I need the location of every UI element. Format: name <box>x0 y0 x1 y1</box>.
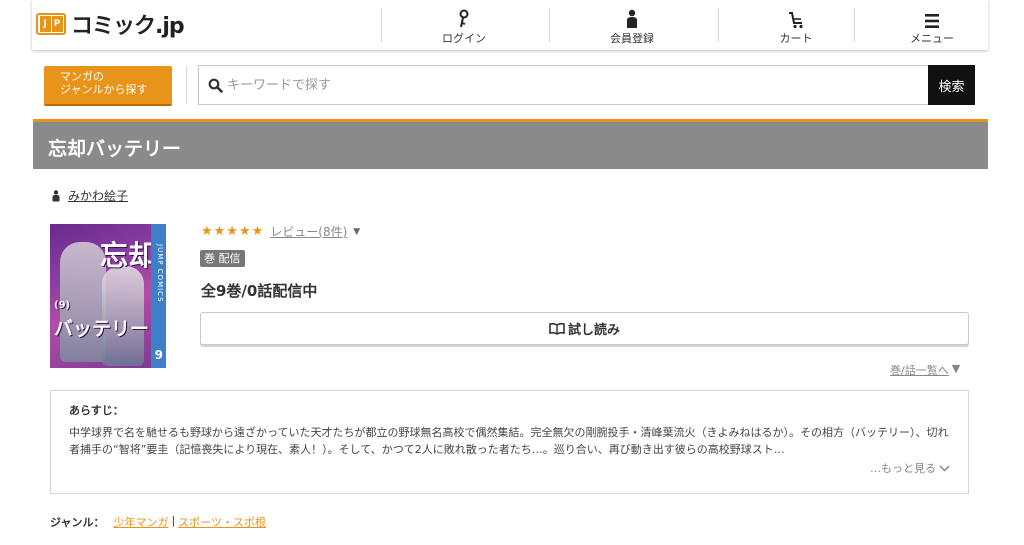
volume-list-link[interactable]: 巻/話一覧へ <box>890 362 949 378</box>
menu-icon <box>925 14 939 28</box>
nav-separator <box>718 8 719 42</box>
synopsis-box: あらすじ： 中学球界で名を馳せるも野球から遠ざかっていた天才たちが都立の野球無名… <box>50 390 969 494</box>
nav-menu[interactable]: メニュー <box>882 0 982 50</box>
person-icon <box>627 9 637 28</box>
synopsis-heading: あらすじ： <box>69 404 124 417</box>
cover-title-sub: バッテリー <box>54 318 150 340</box>
genre-link[interactable]: スポーツ・スポ根 <box>178 514 266 530</box>
site-header: J P コミック.jp ログイン 会員登録 カート メニュー <box>32 0 988 50</box>
person-icon <box>52 189 60 201</box>
author-link[interactable]: みかわ絵子 <box>68 187 128 204</box>
star-rating: ★★★★★ <box>201 224 265 239</box>
rating-row: ★★★★★ レビュー(8件) ▼ <box>201 223 360 240</box>
logo-mark-letter: P <box>51 16 63 32</box>
genre-label: ジャンル： <box>50 516 105 529</box>
volume-count: 全9巻/0話配信中 <box>201 282 318 300</box>
volume-list-link-row[interactable]: 巻/話一覧へ ▼ <box>890 362 960 378</box>
nav-separator <box>381 8 382 42</box>
cover-volume-mark: (9) <box>54 300 71 311</box>
search-box <box>198 65 928 105</box>
logo-mark-icon: J P <box>36 13 66 35</box>
distribution-badge: 巻 配信 <box>200 250 245 267</box>
nav-login-label: ログイン <box>442 32 486 45</box>
cover-title-main: 忘却 <box>100 239 157 272</box>
cart-icon <box>789 12 803 29</box>
key-icon <box>459 9 469 28</box>
trial-read-label: 試し読み <box>567 323 620 338</box>
nav-register[interactable]: 会員登録 <box>582 0 682 50</box>
genre-separator: | <box>171 514 176 527</box>
nav-login[interactable]: ログイン <box>414 0 514 50</box>
title-bar: 忘却バッテリー <box>33 119 988 169</box>
logo-mark-letter: J <box>39 16 51 32</box>
chevron-down-icon: ▼ <box>951 362 961 375</box>
genre-link[interactable]: 少年マンガ <box>113 514 168 530</box>
page-title: 忘却バッテリー <box>48 138 182 160</box>
genre-row: ジャンル： 少年マンガ | スポーツ・スポ根 <box>50 514 266 530</box>
book-cover[interactable]: 忘却 バッテリー (9) JUMP COMICS 9 <box>50 224 166 368</box>
genre-button-line2: ジャンルから探す <box>60 83 148 96</box>
nav-register-label: 会員登録 <box>610 32 654 45</box>
show-more-label: …もっと見る <box>870 462 936 475</box>
genre-search-button[interactable]: マンガの ジャンルから探す <box>44 66 172 104</box>
review-link[interactable]: レビュー(8件) <box>270 223 347 240</box>
open-book-icon <box>549 322 565 335</box>
nav-menu-label: メニュー <box>910 32 954 45</box>
cover-volume-number: 9 <box>154 348 163 362</box>
site-logo[interactable]: J P コミック.jp <box>36 11 185 39</box>
dropdown-triangle-icon[interactable]: ▼ <box>353 227 360 237</box>
synopsis-body: 中学球界で名を馳せるも野球から遠ざかっていた天才たちが都立の野球無名高校で偶然集… <box>69 426 949 456</box>
search-submit-button[interactable]: 検索 <box>928 65 975 105</box>
search-input[interactable] <box>227 77 827 93</box>
cover-spine-text: JUMP COMICS <box>156 244 164 303</box>
nav-separator <box>549 8 550 42</box>
trial-read-button[interactable]: 試し読み <box>200 312 969 345</box>
genre-button-line1: マンガの <box>60 70 104 83</box>
show-more-link[interactable]: …もっと見る <box>870 460 950 476</box>
search-divider <box>186 66 187 104</box>
logo-text: コミック.jp <box>71 14 185 39</box>
author-row: みかわ絵子 <box>52 187 128 204</box>
nav-separator <box>854 8 855 42</box>
search-icon <box>208 78 223 93</box>
chevron-down-icon <box>939 464 950 472</box>
nav-cart[interactable]: カート <box>746 0 846 50</box>
nav-cart-label: カート <box>779 32 813 45</box>
